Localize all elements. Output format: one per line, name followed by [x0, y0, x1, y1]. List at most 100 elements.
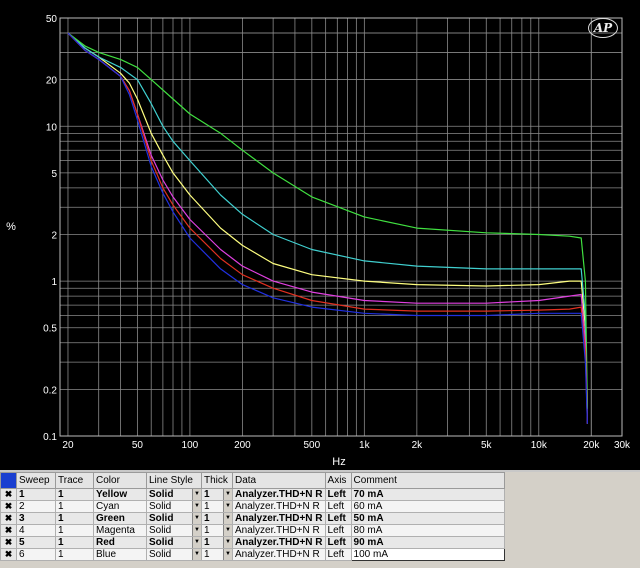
table-row[interactable]: ✖ 5 1 Red Solid ▼ 1 ▼ Analyzer.THD+N R Left 90 mA	[0, 536, 505, 549]
cell-line-style[interactable]: Solid ▼	[146, 524, 202, 537]
cell-comment[interactable]: 100 mA	[350, 548, 505, 561]
series-line-4	[67, 32, 588, 424]
cell-thick[interactable]: 1 ▼	[201, 524, 233, 537]
plot-area: 20 50 100 200 500 1k 2k 5k 10k 20k 30k 50 20 10 5 2 1 0.5…	[0, 0, 640, 470]
cell-sweep: 6	[16, 548, 56, 561]
cell-data[interactable]: Analyzer.THD+N R	[232, 524, 326, 537]
row-checkbox[interactable]: ✖	[0, 500, 17, 513]
cell-data[interactable]: Analyzer.THD+N R	[232, 500, 326, 513]
row-checkbox[interactable]: ✖	[0, 524, 17, 537]
cell-color[interactable]: Magenta	[93, 524, 147, 537]
header-data[interactable]: Data	[232, 472, 326, 489]
cell-axis[interactable]: Left	[324, 500, 352, 513]
cell-comment[interactable]: 70 mA	[350, 488, 505, 501]
cell-data[interactable]: Analyzer.THD+N R	[232, 536, 326, 549]
series-group	[67, 32, 588, 424]
cell-thick[interactable]: 1 ▼	[201, 548, 233, 561]
header-trace[interactable]: Trace	[55, 472, 94, 489]
cell-axis[interactable]: Left	[324, 536, 352, 549]
y-tick-label: 50	[46, 14, 58, 25]
cell-sweep: 4	[16, 524, 56, 537]
cell-comment[interactable]: 80 mA	[350, 524, 505, 537]
cell-line-style[interactable]: Solid ▼	[146, 548, 202, 561]
cell-thick[interactable]: 1 ▼	[201, 500, 233, 513]
cell-axis[interactable]: Left	[324, 524, 352, 537]
cell-trace: 1	[55, 524, 94, 537]
y-tick-label: 5	[51, 169, 57, 180]
table-header-row: Sweep Trace Color Line Style Thick Data …	[0, 472, 505, 489]
cell-color[interactable]: Red	[93, 536, 147, 549]
header-axis[interactable]: Axis	[324, 472, 352, 489]
dropdown-arrow-icon[interactable]: ▼	[192, 489, 201, 500]
table-row[interactable]: ✖ 3 1 Green Solid ▼ 1 ▼ Analyzer.THD+N R Left 50 m…	[0, 512, 505, 525]
dropdown-arrow-icon[interactable]: ▼	[223, 489, 232, 500]
x-tick-label: 500	[303, 440, 320, 451]
table-row[interactable]: ✖ 1 1 Yellow Solid ▼ 1 ▼ Analyzer.THD+N R Left 70 …	[0, 488, 505, 501]
cell-sweep: 3	[16, 512, 56, 525]
row-checkbox[interactable]: ✖	[0, 536, 17, 549]
dropdown-arrow-icon[interactable]: ▼	[223, 549, 232, 560]
cell-axis[interactable]: Left	[324, 488, 352, 501]
y-tick-label: 10	[46, 122, 58, 133]
x-tick-label: 30k	[614, 440, 631, 451]
table-row[interactable]: ✖ 4 1 Magenta Solid ▼ 1 ▼ Analyzer.THD+N R Left 80…	[0, 524, 505, 537]
y-tick-label: 0.1	[43, 432, 57, 443]
table-row[interactable]: ✖ 2 1 Cyan Solid ▼ 1 ▼ Analyzer.THD+N R Left 60 mA	[0, 500, 505, 513]
dropdown-arrow-icon[interactable]: ▼	[192, 525, 201, 536]
row-checkbox[interactable]: ✖	[0, 512, 17, 525]
cell-comment[interactable]: 60 mA	[350, 500, 505, 513]
cell-color[interactable]: Green	[93, 512, 147, 525]
y-axis-label: %	[6, 221, 16, 233]
cell-axis[interactable]: Left	[324, 548, 352, 561]
row-checkbox[interactable]: ✖	[0, 488, 17, 501]
cell-sweep: 5	[16, 536, 56, 549]
dropdown-arrow-icon[interactable]: ▼	[223, 525, 232, 536]
cell-thick[interactable]: 1 ▼	[201, 536, 233, 549]
dropdown-arrow-icon[interactable]: ▼	[223, 513, 232, 524]
x-tick-label: 200	[234, 440, 251, 451]
dropdown-arrow-icon[interactable]: ▼	[192, 549, 201, 560]
row-checkbox[interactable]: ✖	[0, 548, 17, 561]
cell-data[interactable]: Analyzer.THD+N R	[232, 512, 326, 525]
header-color[interactable]: Color	[93, 472, 147, 489]
dropdown-arrow-icon[interactable]: ▼	[192, 501, 201, 512]
cell-line-style[interactable]: Solid ▼	[146, 488, 202, 501]
cell-data[interactable]: Analyzer.THD+N R	[232, 548, 326, 561]
ap-logo: AP	[588, 18, 618, 38]
x-axis-label: Hz	[332, 456, 345, 468]
dropdown-arrow-icon[interactable]: ▼	[192, 537, 201, 548]
header-comment[interactable]: Comment	[350, 472, 505, 489]
cell-thick[interactable]: 1 ▼	[201, 512, 233, 525]
grid-lines	[59, 17, 623, 437]
cell-line-style[interactable]: Solid ▼	[146, 500, 202, 513]
x-tick-label: 20	[62, 440, 74, 451]
cell-comment[interactable]: 50 mA	[350, 512, 505, 525]
table-row[interactable]: ✖ 6 1 Blue Solid ▼ 1 ▼ Analyzer.THD+N R Left 100 m…	[0, 548, 505, 561]
header-sweep[interactable]: Sweep	[16, 472, 56, 489]
cell-color[interactable]: Blue	[93, 548, 147, 561]
dropdown-arrow-icon[interactable]: ▼	[223, 501, 232, 512]
trace-table: Sweep Trace Color Line Style Thick Data …	[0, 472, 505, 561]
cell-line-style[interactable]: Solid ▼	[146, 512, 202, 525]
series-line-1	[67, 32, 588, 409]
header-line-style[interactable]: Line Style	[146, 472, 202, 489]
series-line-2	[67, 32, 588, 424]
y-tick-label: 2	[51, 231, 57, 242]
dropdown-arrow-icon[interactable]: ▼	[192, 513, 201, 524]
header-thick[interactable]: Thick	[201, 472, 233, 489]
cell-trace: 1	[55, 512, 94, 525]
select-all-header[interactable]	[0, 472, 17, 489]
cell-line-style[interactable]: Solid ▼	[146, 536, 202, 549]
cell-comment[interactable]: 90 mA	[350, 536, 505, 549]
cell-color[interactable]: Cyan	[93, 500, 147, 513]
cell-axis[interactable]: Left	[324, 512, 352, 525]
dropdown-arrow-icon[interactable]: ▼	[223, 537, 232, 548]
x-tick-label: 5k	[481, 440, 493, 451]
cell-thick[interactable]: 1 ▼	[201, 488, 233, 501]
x-tick-label: 2k	[412, 440, 424, 451]
y-tick-label: 20	[46, 76, 58, 87]
series-line-3	[67, 32, 588, 409]
cell-data[interactable]: Analyzer.THD+N R	[232, 488, 326, 501]
thd-chart: 20 50 100 200 500 1k 2k 5k 10k 20k 30k 50 20 10 5 2 1 0.5…	[6, 14, 631, 468]
cell-color[interactable]: Yellow	[93, 488, 147, 501]
